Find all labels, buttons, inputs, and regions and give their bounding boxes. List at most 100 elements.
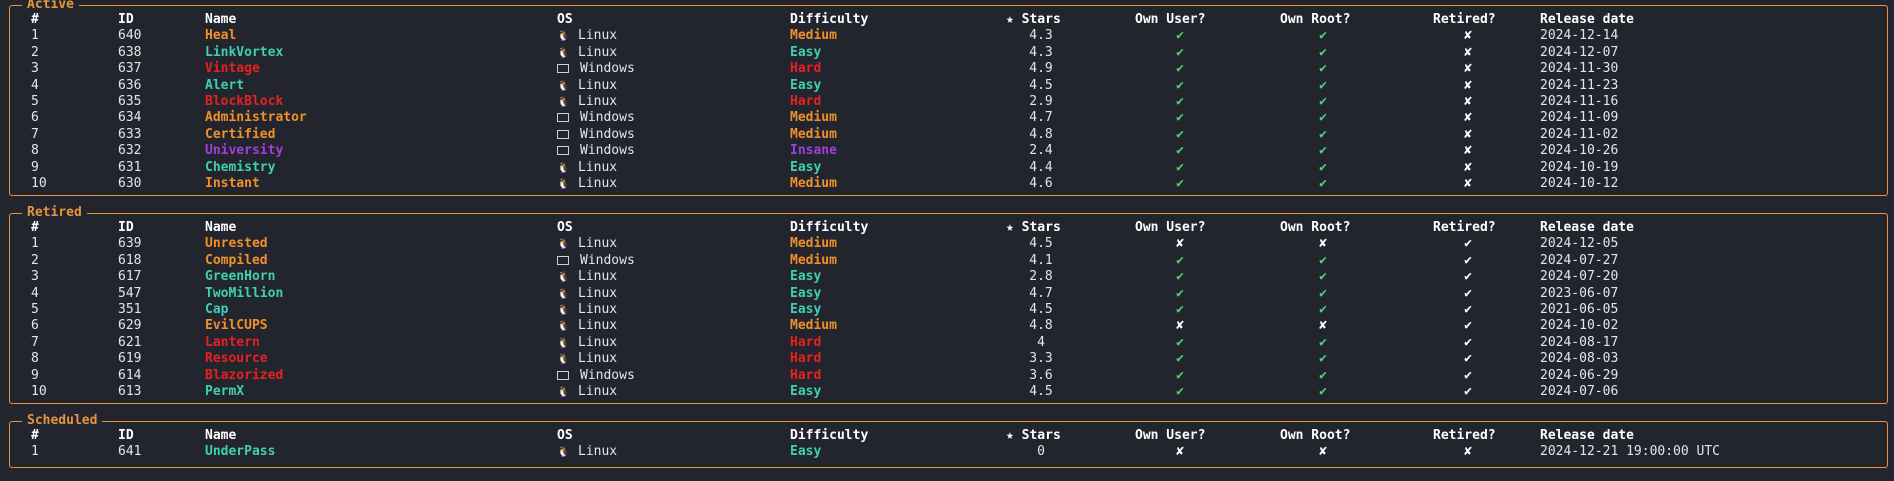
- name-cell[interactable]: Lantern: [205, 335, 260, 351]
- difficulty-cell: Medium: [790, 236, 837, 252]
- table-row[interactable]: 4 547 TwoMillion 🐧 Linux Easy 4.7 ✔ ✔ ✔ 2023-06-07: [10, 286, 1887, 302]
- column-header-own-user: Own User?: [1135, 428, 1206, 443]
- table-row[interactable]: 1 641 UnderPass 🐧 Linux Easy 0 ✘ ✘ ✘ 2024-12-21 19…: [10, 444, 1887, 460]
- name-cell[interactable]: Instant: [205, 176, 260, 192]
- name-cell[interactable]: Chemistry: [205, 160, 275, 176]
- id-cell: 621: [118, 334, 142, 350]
- name-cell[interactable]: Heal: [205, 28, 236, 44]
- table-row[interactable]: 9 614 Blazorized Windows Hard 3.6 ✔ ✔ ✔ 2024-06-2…: [10, 368, 1887, 384]
- own-user-cell: ✔: [1176, 384, 1184, 399]
- name-cell[interactable]: Compiled: [205, 253, 268, 269]
- os-cell: 🐧 Linux: [557, 45, 617, 62]
- table-row[interactable]: 10 630 Instant 🐧 Linux Medium 4.6 ✔ ✔ ✘ 2024-10-12: [10, 176, 1887, 192]
- name-cell[interactable]: Unrested: [205, 236, 268, 252]
- column-header-release-date: Release date: [1540, 220, 1634, 235]
- stars-cell: 4.5: [1029, 384, 1053, 399]
- name-cell[interactable]: GreenHorn: [205, 269, 275, 285]
- name-cell[interactable]: Certified: [205, 127, 275, 143]
- table-row[interactable]: 6 629 EvilCUPS 🐧 Linux Medium 4.8 ✘ ✘ ✔ 2024-10-02: [10, 318, 1887, 334]
- id-cell: 631: [118, 159, 142, 175]
- os-cell: 🐧 Linux: [557, 236, 617, 253]
- os-label: Linux: [578, 285, 618, 301]
- name-cell[interactable]: Cap: [205, 302, 228, 318]
- table-row[interactable]: 2 618 Compiled Windows Medium 4.1 ✔ ✔ ✔ 2024-07-2…: [10, 253, 1887, 269]
- table-row[interactable]: 6 634 Administrator Windows Medium 4.7 ✔ ✔ ✘ 2024…: [10, 110, 1887, 126]
- table-row[interactable]: 7 633 Certified Windows Medium 4.8 ✔ ✔ ✘ 2024-11-…: [10, 127, 1887, 143]
- table-row[interactable]: 8 632 University Windows Insane 2.4 ✔ ✔ ✘ 2024-10…: [10, 143, 1887, 159]
- own-root-cell: ✔: [1319, 143, 1327, 159]
- column-header-retired: Retired?: [1433, 12, 1496, 27]
- own-root-cell: ✔: [1319, 334, 1327, 350]
- table-row[interactable]: 8 619 Resource 🐧 Linux Hard 3.3 ✔ ✔ ✔ 2024-08-03: [10, 351, 1887, 367]
- column-header-os: OS: [557, 12, 573, 27]
- name-cell[interactable]: Resource: [205, 351, 268, 367]
- num-cell: 7: [31, 126, 39, 142]
- os-cell: 🐧 Linux: [557, 351, 617, 368]
- windows-icon: [557, 113, 569, 123]
- name-cell[interactable]: University: [205, 143, 283, 159]
- retired-cell: ✘: [1464, 159, 1472, 175]
- retired-cell: ✘: [1464, 61, 1472, 77]
- table-row[interactable]: 10 613 PermX 🐧 Linux Easy 4.5 ✔ ✔ ✔ 2024-07-06: [10, 384, 1887, 400]
- table-row[interactable]: 5 635 BlockBlock 🐧 Linux Hard 2.9 ✔ ✔ ✘ 2024-11-16: [10, 94, 1887, 110]
- id-cell: 640: [118, 28, 142, 44]
- name-cell[interactable]: UnderPass: [205, 444, 275, 460]
- name-cell[interactable]: EvilCUPS: [205, 318, 268, 334]
- name-cell[interactable]: Vintage: [205, 61, 260, 77]
- column-header-own-root: Own Root?: [1280, 428, 1351, 443]
- own-root-cell: ✔: [1319, 77, 1327, 93]
- own-root-cell: ✘: [1319, 236, 1327, 252]
- name-cell[interactable]: BlockBlock: [205, 94, 283, 110]
- windows-icon: [557, 146, 569, 156]
- column-header-num: #: [31, 220, 39, 235]
- os-label: Linux: [578, 94, 618, 109]
- os-label: Windows: [580, 367, 635, 383]
- own-user-cell: ✔: [1176, 302, 1184, 317]
- stars-cell: 4.5: [1029, 236, 1053, 252]
- name-cell[interactable]: Administrator: [205, 110, 307, 126]
- retired-cell: ✘: [1464, 176, 1472, 191]
- release-date-cell: 2024-11-23: [1540, 77, 1619, 93]
- name-cell[interactable]: Alert: [205, 78, 244, 94]
- own-root-cell: ✔: [1319, 269, 1327, 285]
- name-cell[interactable]: TwoMillion: [205, 286, 283, 302]
- difficulty-cell: Insane: [790, 143, 837, 159]
- table-row[interactable]: 7 621 Lantern 🐧 Linux Hard 4 ✔ ✔ ✔ 2024-08-17: [10, 335, 1887, 351]
- difficulty-cell: Hard: [790, 334, 822, 350]
- own-user-cell: ✔: [1176, 252, 1184, 268]
- stars-cell: 4.9: [1029, 61, 1053, 77]
- table-row[interactable]: 4 636 Alert 🐧 Linux Easy 4.5 ✔ ✔ ✘ 2024-11-23: [10, 78, 1887, 94]
- table-row[interactable]: 1 639 Unrested 🐧 Linux Medium 4.5 ✘ ✘ ✔ 2024-12-05: [10, 236, 1887, 252]
- table-row[interactable]: 5 351 Cap 🐧 Linux Easy 4.5 ✔ ✔ ✔ 2021-06-05: [10, 302, 1887, 318]
- own-root-cell: ✘: [1319, 444, 1327, 460]
- num-cell: 5: [31, 302, 39, 317]
- os-label: Linux: [578, 334, 618, 350]
- column-header-own-root: Own Root?: [1280, 12, 1351, 27]
- os-label: Linux: [578, 159, 618, 175]
- stars-cell: 4.5: [1029, 77, 1053, 93]
- table-row[interactable]: 1 640 Heal 🐧 Linux Medium 4.3 ✔ ✔ ✘ 2024-12-14: [10, 28, 1887, 44]
- release-date-cell: 2024-06-29: [1540, 367, 1619, 383]
- name-cell[interactable]: PermX: [205, 384, 244, 400]
- release-date-cell: 2024-11-30: [1540, 61, 1619, 77]
- id-cell: 613: [118, 384, 142, 399]
- name-cell[interactable]: LinkVortex: [205, 45, 283, 61]
- column-header-stars: ★ Stars: [1006, 428, 1061, 443]
- retired-cell: ✘: [1464, 28, 1472, 44]
- table-row[interactable]: 3 637 Vintage Windows Hard 4.9 ✔ ✔ ✘ 2024-11-30: [10, 61, 1887, 77]
- release-date-cell: 2024-10-12: [1540, 176, 1619, 191]
- column-header-own-user: Own User?: [1135, 220, 1206, 235]
- id-cell: 641: [118, 444, 142, 460]
- column-header-os: OS: [557, 220, 573, 235]
- own-root-cell: ✔: [1319, 44, 1327, 60]
- name-cell[interactable]: Blazorized: [205, 368, 283, 384]
- num-cell: 9: [31, 159, 39, 175]
- table-row[interactable]: 9 631 Chemistry 🐧 Linux Easy 4.4 ✔ ✔ ✘ 2024-10-19: [10, 160, 1887, 176]
- id-cell: 630: [118, 176, 142, 191]
- retired-cell: ✔: [1464, 236, 1472, 252]
- table-row[interactable]: 3 617 GreenHorn 🐧 Linux Easy 2.8 ✔ ✔ ✔ 2024-07-20: [10, 269, 1887, 285]
- linux-icon: 🐧: [557, 47, 570, 59]
- windows-icon: [557, 255, 569, 265]
- os-label: Linux: [578, 176, 618, 191]
- table-row[interactable]: 2 638 LinkVortex 🐧 Linux Easy 4.3 ✔ ✔ ✘ 2024-12-07: [10, 45, 1887, 61]
